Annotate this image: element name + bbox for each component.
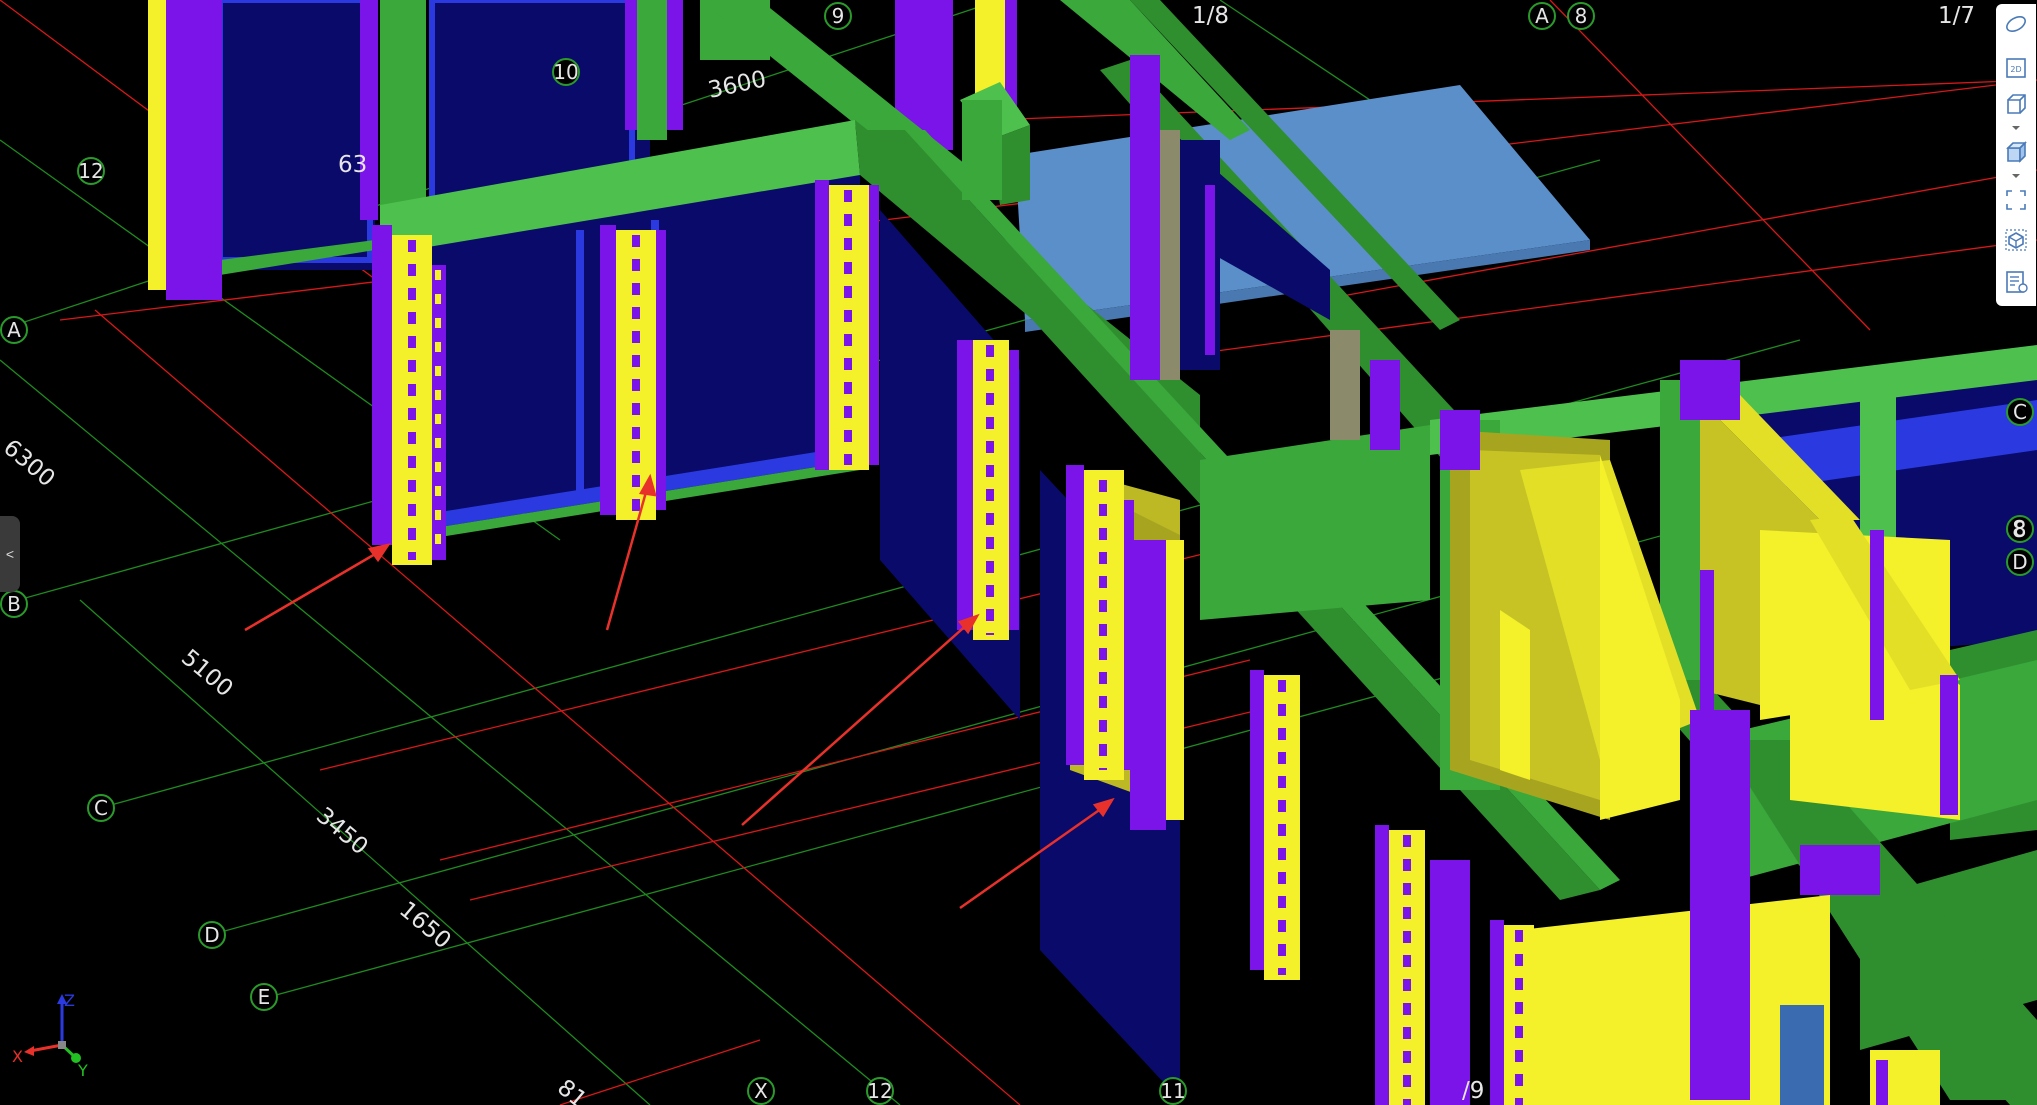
chevron-down-icon[interactable]: [2010, 124, 2022, 132]
grid-bubble: A: [0, 316, 28, 344]
grid-bubble: 12: [866, 1077, 894, 1105]
chevron-down-icon[interactable]: [2010, 172, 2022, 180]
svg-text:C: C: [94, 796, 108, 820]
grid-bubble: 9: [824, 2, 852, 30]
chevron-left-icon: <: [5, 546, 15, 562]
axis-y-label: Y: [77, 1061, 88, 1080]
view-toolbar: 2D: [1996, 4, 2036, 306]
svg-text:10: 10: [553, 60, 578, 84]
grid-bubble: C: [2006, 398, 2034, 426]
svg-text:D: D: [2012, 550, 2027, 574]
svg-text:9: 9: [832, 4, 845, 28]
axis-z-label: Z: [64, 991, 75, 1010]
grid-bubble: D: [198, 921, 226, 949]
grid-bubble: 8: [1567, 2, 1595, 30]
orbit-icon: [2006, 15, 2026, 33]
orbit-button[interactable]: [2002, 10, 2030, 38]
3d-box-button[interactable]: [2002, 90, 2030, 118]
3d-solid-icon: [2006, 141, 2027, 163]
svg-text:12: 12: [867, 1079, 892, 1103]
svg-text:A: A: [1535, 4, 1549, 28]
dimension-label: 1/7: [1938, 3, 1975, 29]
section-box-icon: [2005, 229, 2027, 251]
fit-view-icon: [2006, 190, 2026, 210]
svg-text:8: 8: [1575, 4, 1588, 28]
grid-bubble: D: [2006, 548, 2034, 576]
grid-bubble: B: [0, 590, 28, 618]
column-7: [1375, 825, 1470, 1105]
properties-button[interactable]: [2002, 268, 2030, 296]
2d-view-button[interactable]: 2D: [2002, 54, 2030, 82]
svg-text:B: B: [7, 592, 21, 616]
fit-view-button[interactable]: [2002, 186, 2030, 214]
column-4: [957, 340, 1019, 640]
2d-view-icon: 2D: [2006, 58, 2026, 78]
grid-bubble: C: [87, 794, 115, 822]
svg-text:2D: 2D: [2010, 65, 2021, 74]
grid-bubble: 10: [552, 58, 580, 86]
grid-bubble: 12: [77, 157, 105, 185]
column-6: [1250, 670, 1300, 980]
grid-bubble: E: [250, 983, 278, 1011]
dimension-label: /9: [1462, 1078, 1484, 1104]
section-box-button[interactable]: [2002, 226, 2030, 254]
svg-text:C: C: [2013, 400, 2027, 424]
column-1: [372, 225, 446, 565]
svg-text:A: A: [7, 318, 21, 342]
svg-text:11: 11: [1160, 1079, 1185, 1103]
panel-collapse-toggle[interactable]: <: [0, 516, 20, 592]
axis-x-label: X: [12, 1047, 23, 1066]
dimension-label: 8: [2012, 517, 2027, 543]
dimension-label: 1/8: [1192, 3, 1229, 29]
properties-icon: [2006, 271, 2028, 293]
svg-text:12: 12: [78, 159, 103, 183]
column-8: [1490, 920, 1534, 1105]
grid-bubble: 11: [1159, 1077, 1187, 1105]
axis-triad: Z X Y: [12, 991, 88, 1080]
svg-text:D: D: [204, 923, 219, 947]
grid-bubble: X: [747, 1077, 775, 1105]
svg-text:E: E: [258, 985, 271, 1009]
model-scene[interactable]: 12 A B C D E X 12 11 10 9 A 8 C 8 D 6300…: [0, 0, 2037, 1105]
3d-solid-button[interactable]: [2002, 138, 2030, 166]
grid-bubble: A: [1528, 2, 1556, 30]
column-2: [600, 225, 666, 520]
3d-box-icon: [2007, 94, 2026, 114]
svg-text:X: X: [754, 1079, 768, 1103]
dimension-label: 63: [338, 152, 367, 178]
3d-model-viewport[interactable]: 12 A B C D E X 12 11 10 9 A 8 C 8 D 6300…: [0, 0, 2037, 1105]
column-3: [815, 180, 879, 470]
